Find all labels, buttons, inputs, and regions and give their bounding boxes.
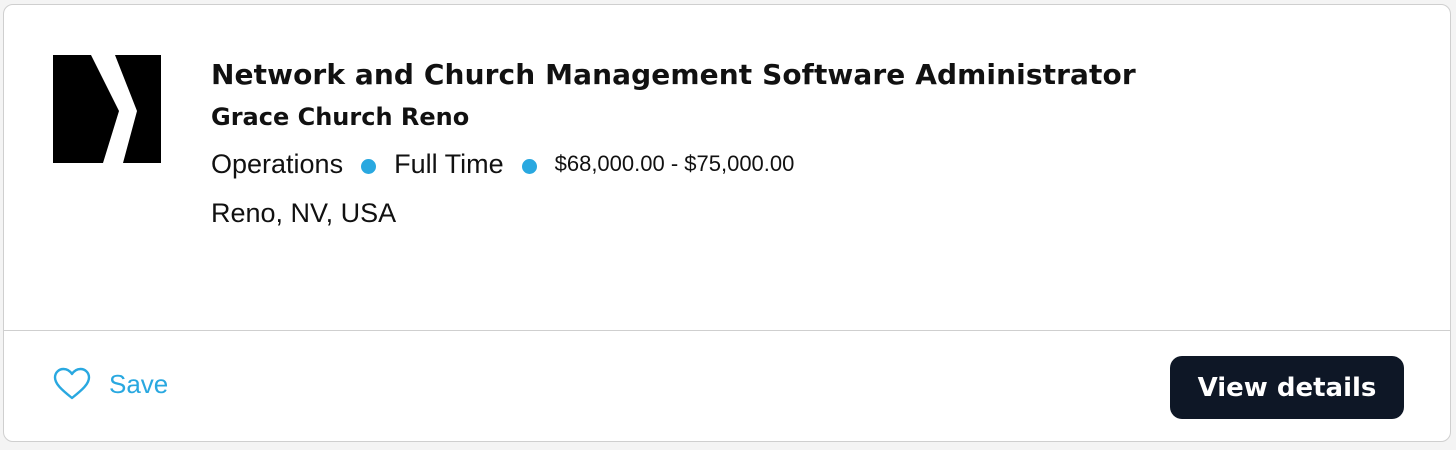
separator-dot-icon [521, 158, 537, 174]
save-button[interactable]: Save [53, 367, 168, 401]
job-meta: Operations Full Time $68,000.00 - $75,00… [211, 147, 1410, 181]
job-department: Operations [211, 148, 344, 179]
company-logo-icon [53, 55, 161, 163]
card-divider [4, 330, 1450, 331]
save-label: Save [109, 368, 169, 399]
job-card: Network and Church Management Software A… [3, 4, 1451, 442]
job-location: Reno, NV, USA [211, 198, 397, 228]
separator-dot-icon [361, 158, 377, 174]
view-details-button[interactable]: View details [1170, 356, 1404, 419]
job-title[interactable]: Network and Church Management Software A… [211, 55, 1410, 95]
job-info: Network and Church Management Software A… [211, 55, 1410, 231]
heart-outline-icon [53, 367, 91, 401]
job-card-body: Network and Church Management Software A… [4, 5, 1450, 330]
company-name: Grace Church Reno [211, 103, 470, 131]
job-employment-type: Full Time [394, 148, 504, 179]
job-salary: $68,000.00 - $75,000.00 [554, 151, 795, 176]
